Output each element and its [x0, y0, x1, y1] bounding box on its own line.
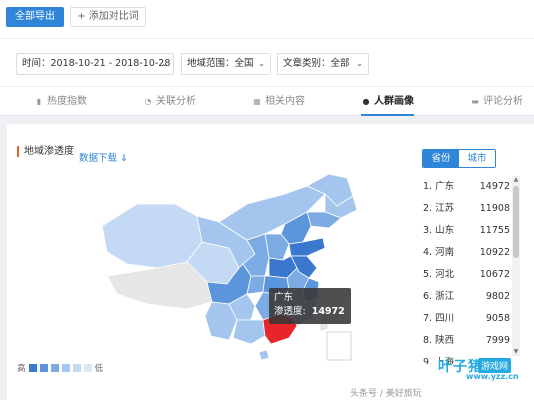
legend-high-label: 高	[17, 364, 26, 374]
ranking-name: 8. 陕西	[423, 335, 455, 346]
chevron-down-icon: ⌄	[161, 59, 168, 68]
province-city-toggle: 省份 城市	[422, 149, 496, 168]
ranking-value: 7999	[485, 335, 510, 346]
ranking-value: 9802	[485, 291, 510, 302]
tab-association[interactable]: ◔ 关联分析	[143, 87, 197, 116]
time-filter[interactable]: 时间：2018-10-21 - 2018-10-28 ⌄	[16, 53, 174, 75]
grid-icon: ▦	[253, 97, 261, 106]
ranking-name: 4. 河南	[423, 247, 455, 258]
province-hainan[interactable]	[258, 349, 270, 361]
export-all-button[interactable]: 全部导出	[6, 7, 64, 27]
ranking-name: 7. 四川	[423, 313, 455, 324]
ranking-row[interactable]: 3. 山东 11755	[420, 220, 512, 242]
ranking-row[interactable]: 2. 江苏 11908	[420, 198, 512, 220]
china-map	[101, 173, 358, 361]
analysis-tabs: ▮ 热度指数 ◔ 关联分析 ▦ 相关内容 ● 人群画像 ▬ 评论分析	[0, 86, 534, 116]
province-guangxi[interactable]	[232, 319, 266, 345]
south-sea-inset	[326, 331, 352, 361]
tab-related-content[interactable]: ▦ 相关内容	[252, 87, 305, 116]
scroll-up-icon[interactable]: ▲	[512, 176, 520, 184]
add-compare-button[interactable]: + 添加对比词	[70, 7, 146, 27]
ranking-value: 10922	[479, 247, 510, 258]
map-legend: 高 低	[17, 362, 103, 374]
legend-swatch	[61, 364, 70, 372]
region-filter[interactable]: 地域范围：全国 ⌄	[181, 53, 271, 75]
region-filter-label: 地域范围：全国	[187, 58, 254, 69]
watermark-url: www.yzz.cn	[466, 372, 519, 381]
ranking-row[interactable]: 4. 河南 10922	[420, 242, 512, 264]
legend-low-label: 低	[94, 364, 104, 374]
tab-label: 评论分析	[483, 96, 523, 107]
category-filter[interactable]: 文章类别：全部 ⌄	[277, 53, 369, 75]
category-filter-label: 文章类别：全部	[283, 58, 350, 69]
ranking-name: 5. 河北	[423, 269, 455, 280]
watermark-faint-text: 头条号 / 美好旅玩	[350, 389, 422, 399]
legend-swatch	[39, 364, 48, 372]
ranking-row[interactable]: 6. 浙江 9802	[420, 286, 512, 308]
tooltip-province: 广东	[274, 292, 294, 303]
ranking-name: 3. 山东	[423, 225, 455, 236]
tab-comment-analysis[interactable]: ▬ 评论分析	[470, 87, 523, 116]
province-ranking-list: 1. 广东 14972 2. 江苏 11908 3. 山东 11755 4. 河…	[420, 176, 522, 364]
tooltip-metric-label: 渗透度:	[274, 306, 306, 317]
legend-swatch	[72, 364, 81, 372]
ranking-row[interactable]: 7. 四川 9058	[420, 308, 512, 330]
ranking-scrollbar[interactable]: ▲ ▼	[512, 176, 520, 356]
ranking-name: 2. 江苏	[423, 203, 455, 214]
ranking-value: 14972	[479, 181, 510, 192]
data-download-link[interactable]: 数据下载 ⇓	[79, 150, 128, 164]
ranking-value: 10672	[479, 269, 510, 280]
tab-label: 关联分析	[156, 96, 196, 107]
ranking-value: 9058	[485, 313, 510, 324]
legend-swatch	[50, 364, 59, 372]
toggle-city-button[interactable]: 城市	[459, 150, 495, 167]
top-toolbar: 全部导出 + 添加对比词	[0, 0, 534, 38]
tab-label: 热度指数	[47, 96, 87, 107]
tab-label: 人群画像	[374, 96, 414, 107]
user-icon: ●	[362, 97, 370, 106]
tooltip-value: 14972	[311, 306, 345, 317]
comment-icon: ▬	[471, 97, 479, 106]
pie-chart-icon: ◔	[144, 97, 152, 106]
province-xinjiang[interactable]	[101, 203, 203, 269]
watermark-logo: 叶子猪 游戏网 www.yzz.cn	[438, 356, 532, 382]
toggle-province-button[interactable]: 省份	[423, 150, 459, 167]
chevron-down-icon: ⌄	[258, 59, 265, 68]
scrollbar-thumb[interactable]	[513, 186, 519, 258]
tab-audience-profile[interactable]: ● 人群画像	[361, 87, 414, 116]
ranking-value: 11908	[479, 203, 510, 214]
filter-bar: 时间：2018-10-21 - 2018-10-28 ⌄ 地域范围：全国 ⌄ 文…	[0, 38, 534, 86]
ranking-name: 1. 广东	[423, 181, 455, 192]
chevron-down-icon: ⌄	[356, 59, 363, 68]
bar-chart-icon: ▮	[36, 97, 42, 106]
map-tooltip: 广东 渗透度: 14972	[269, 288, 351, 324]
legend-swatch	[83, 364, 92, 372]
section-title: 地域渗透度	[17, 146, 74, 157]
ranking-name: 6. 浙江	[423, 291, 455, 302]
ranking-row[interactable]: 1. 广东 14972	[420, 176, 512, 198]
legend-swatch	[28, 364, 37, 372]
ranking-row[interactable]: 5. 河北 10672	[420, 264, 512, 286]
tooltip-metric: 渗透度: 14972	[274, 305, 346, 319]
tab-heat-index[interactable]: ▮ 热度指数	[34, 87, 87, 116]
time-filter-label: 时间：2018-10-21 - 2018-10-28	[22, 58, 171, 69]
tab-label: 相关内容	[265, 96, 305, 107]
ranking-value: 11755	[479, 225, 510, 236]
watermark-game: 游戏网	[478, 358, 512, 373]
ranking-row[interactable]: 8. 陕西 7999	[420, 330, 512, 352]
scroll-down-icon[interactable]: ▼	[512, 348, 520, 356]
